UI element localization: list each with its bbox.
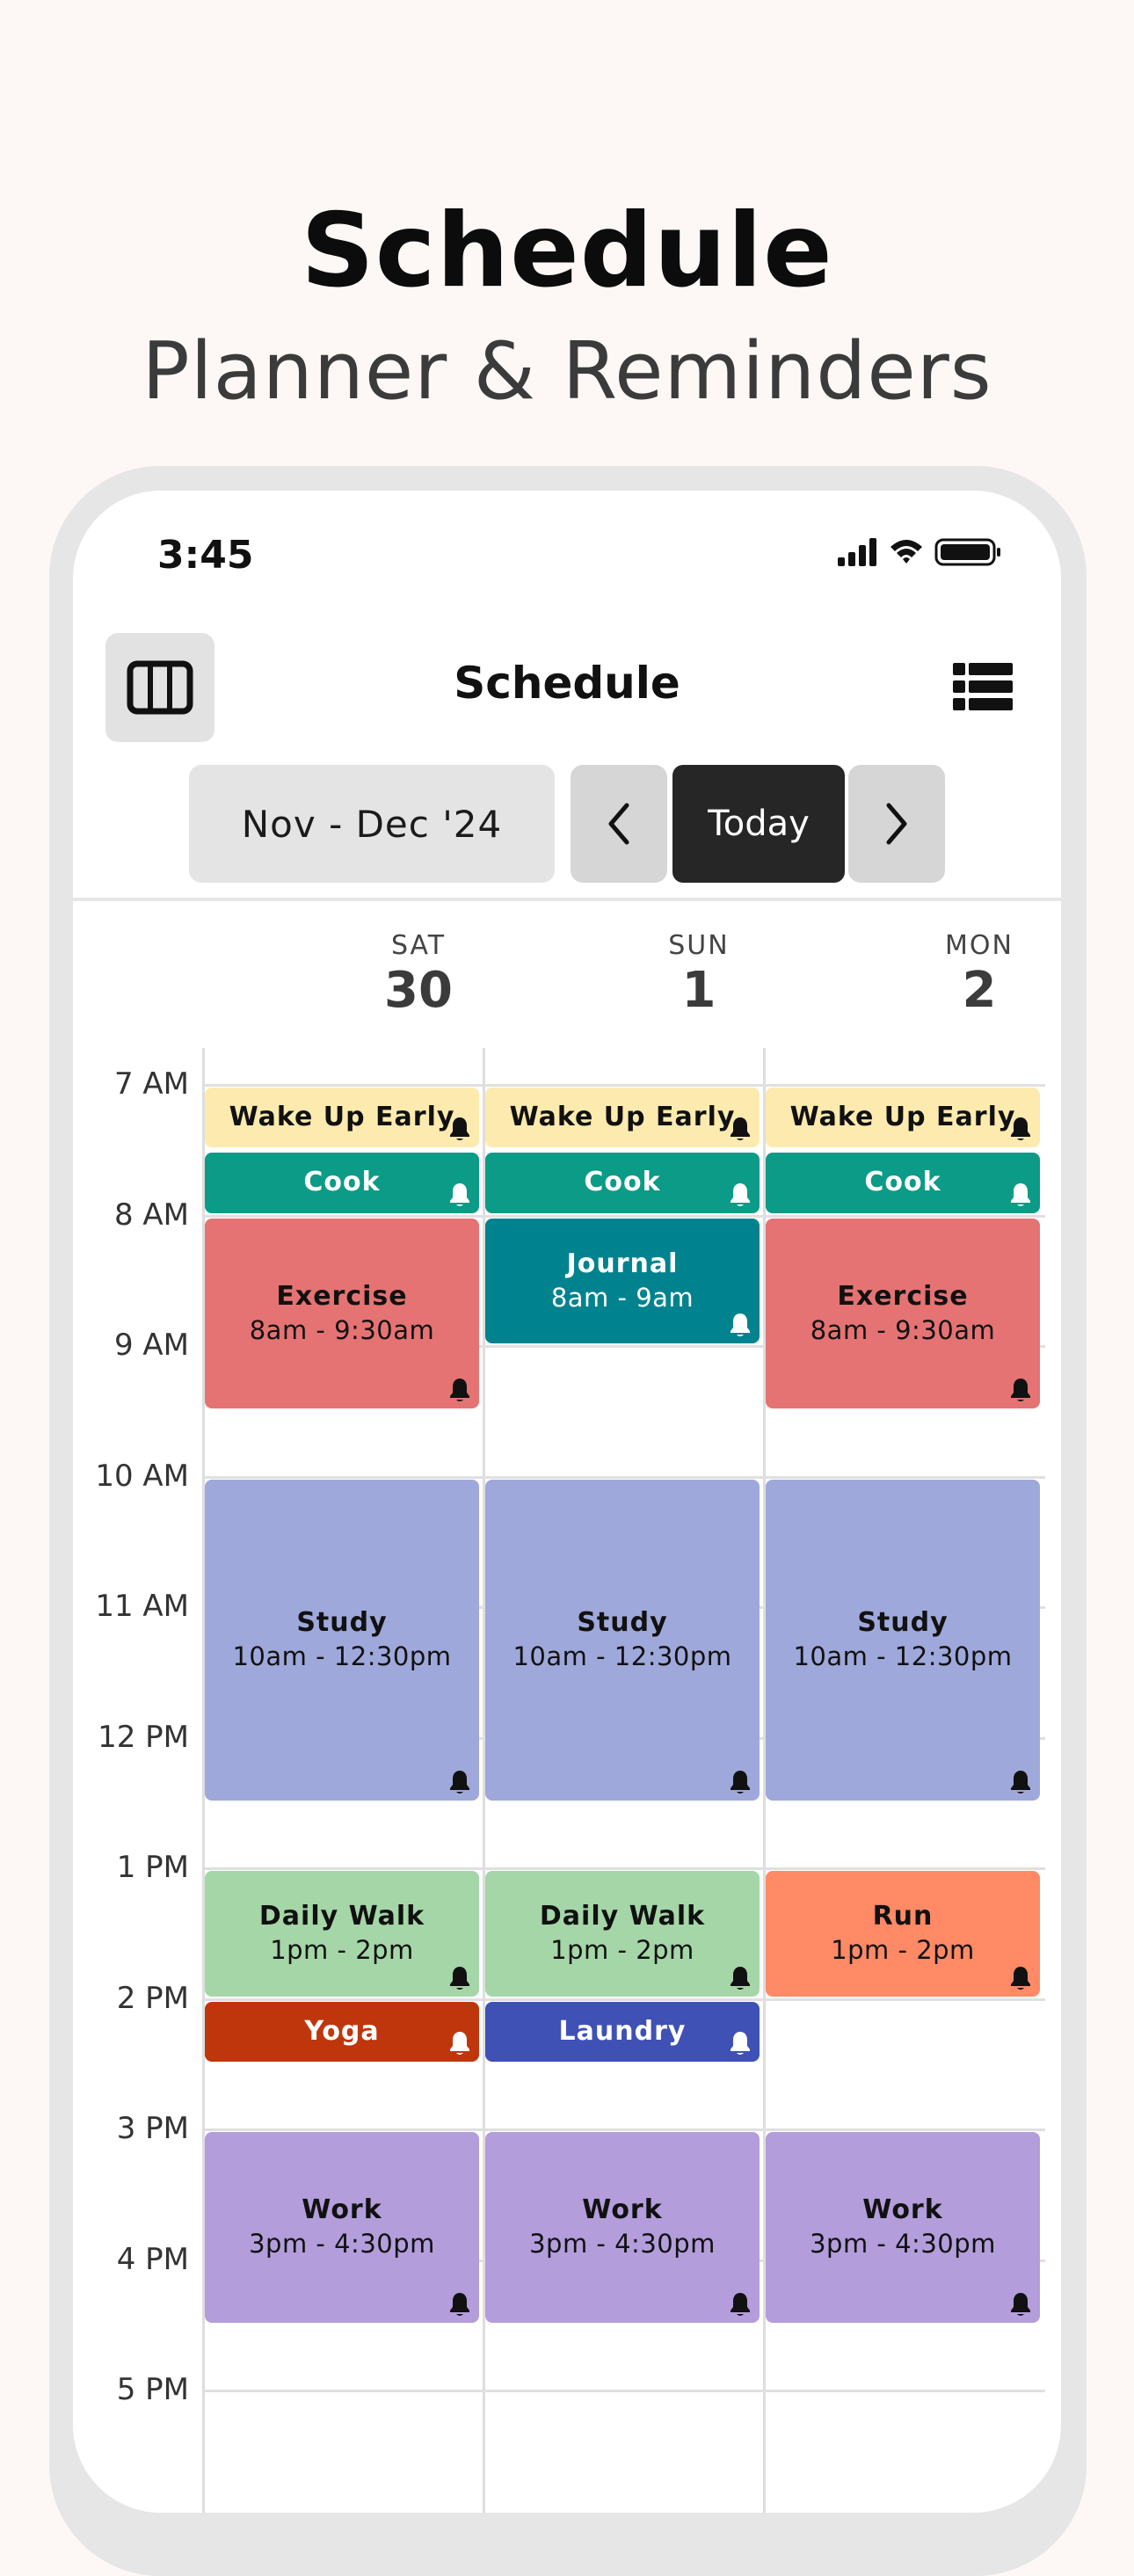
hour-label: 12 PM [98,1719,189,1755]
hour-label: 10 AM [95,1458,189,1494]
bell-icon [1008,1769,1033,1795]
time-grid[interactable]: 7 AM 8 AM 9 AM 10 AM 11 AM 12 PM 1 PM 2 PM 3 PM 4… [73,491,1061,2513]
hour-line [205,1997,1045,2001]
hour-line [205,1867,1045,1870]
event-block[interactable]: Laundry [485,2001,760,2062]
event-block[interactable]: Study 10am - 12:30pm [485,1479,760,1801]
event-time: 8am - 9:30am [810,1314,996,1345]
event-block[interactable]: Work 3pm - 4:30pm [766,2132,1040,2323]
event-title: Journal [566,1248,679,1279]
event-block[interactable]: Cook [205,1153,479,1213]
event-block[interactable]: Cook [766,1153,1040,1213]
event-title: Work [302,2194,382,2226]
bell-icon [728,1965,752,1991]
event-title: Cook [584,1167,661,1198]
bell-icon [728,2291,752,2318]
bell-icon [1008,1116,1033,1142]
event-time: 3pm - 4:30pm [249,2229,435,2259]
event-title: Wake Up Early [229,1102,455,1133]
bell-icon [1008,2291,1033,2318]
event-title: Study [577,1607,668,1639]
bell-icon [447,1377,472,1403]
event-time: 3pm - 4:30pm [810,2229,996,2259]
event-time: 8am - 9am [550,1282,694,1313]
hour-label: 3 PM [116,2111,189,2146]
hour-line [205,1084,1045,1087]
bell-icon [728,1182,752,1208]
hour-line [205,2390,1045,2392]
bell-icon [728,1312,752,1338]
event-time: 1pm - 2pm [270,1935,414,1966]
hour-line [205,1214,1045,1218]
hour-label: 2 PM [116,1980,189,2016]
event-title: Daily Walk [258,1901,425,1932]
event-time: 10am - 12:30pm [512,1641,732,1672]
event-title: Study [857,1607,949,1639]
event-title: Yoga [304,2015,380,2047]
hero-title: Schedule [301,192,833,310]
hero-subtitle: Planner & Reminders [142,325,992,418]
bell-icon [447,1116,472,1142]
event-block[interactable]: Wake Up Early [205,1088,479,1148]
event-block[interactable]: Exercise 8am - 9:30am [205,1218,479,1409]
bell-icon [728,1769,752,1795]
event-title: Laundry [558,2015,687,2047]
hour-label: 1 PM [116,1850,189,1885]
event-block[interactable]: Daily Walk 1pm - 2pm [485,1871,760,1997]
hour-label: 4 PM [116,2241,189,2277]
event-block[interactable]: Study 10am - 12:30pm [205,1479,479,1801]
event-time: 3pm - 4:30pm [529,2229,716,2259]
event-title: Work [862,2194,943,2226]
event-block[interactable]: Study 10am - 12:30pm [766,1479,1040,1801]
event-block[interactable]: Run 1pm - 2pm [766,1871,1040,1997]
event-title: Wake Up Early [509,1102,736,1133]
hour-label: 8 AM [113,1197,189,1233]
event-block[interactable]: Wake Up Early [485,1088,760,1148]
event-time: 1pm - 2pm [550,1935,694,1966]
hour-line [205,2128,1045,2131]
bell-icon [447,2291,472,2318]
event-block[interactable]: Yoga [205,2001,479,2062]
event-title: Exercise [837,1280,969,1312]
bell-icon [728,1116,752,1142]
event-title: Study [296,1607,388,1639]
bell-icon [1008,1965,1033,1991]
event-title: Run [872,1901,934,1932]
bell-icon [447,1965,472,1991]
event-title: Cook [303,1167,381,1198]
event-title: Daily Walk [539,1901,706,1932]
event-title: Cook [864,1167,941,1198]
event-block[interactable]: Work 3pm - 4:30pm [485,2132,760,2323]
hour-label: 7 AM [113,1066,189,1102]
phone-screen: 3:45 Schedule Nov - Dec '24 Today SAT 30… [73,491,1061,2513]
event-time: 10am - 12:30pm [232,1641,452,1672]
event-time: 10am - 12:30pm [793,1641,1013,1672]
event-block[interactable]: Exercise 8am - 9:30am [766,1218,1040,1409]
event-block[interactable]: Cook [485,1153,760,1213]
bell-icon [1008,1182,1033,1208]
bell-icon [447,1182,472,1208]
hour-label: 9 AM [113,1328,189,1363]
hour-line [205,1475,1045,1479]
hour-label: 5 PM [116,2372,189,2407]
bell-icon [1008,1377,1033,1403]
event-time: 1pm - 2pm [831,1935,975,1966]
event-title: Work [582,2194,663,2226]
hour-label: 11 AM [95,1589,189,1624]
event-time: 8am - 9:30am [249,1314,435,1345]
event-block[interactable]: Work 3pm - 4:30pm [205,2132,479,2323]
event-title: Wake Up Early [789,1102,1016,1133]
event-block[interactable]: Wake Up Early [766,1088,1040,1148]
event-block[interactable]: Daily Walk 1pm - 2pm [205,1871,479,1997]
bell-icon [447,2030,472,2056]
bell-icon [728,2030,752,2056]
event-block[interactable]: Journal 8am - 9am [485,1218,760,1343]
event-title: Exercise [276,1280,408,1312]
bell-icon [447,1769,472,1795]
